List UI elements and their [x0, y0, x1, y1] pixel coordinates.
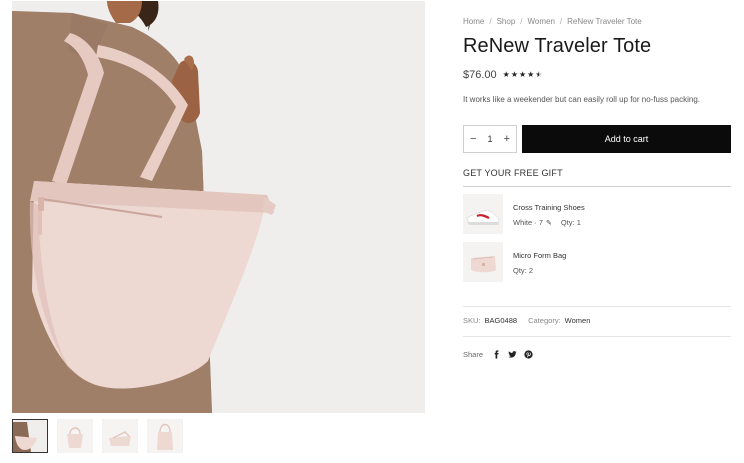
category-link[interactable]: Women [565, 316, 591, 325]
thumbnail-4[interactable] [147, 419, 183, 453]
share-label: Share [463, 350, 484, 359]
breadcrumb-separator: / [520, 17, 523, 26]
product-description: It works like a weekender but can easily… [463, 95, 701, 104]
product-title: ReNew Traveler Tote [463, 35, 652, 57]
breadcrumb-separator: / [489, 17, 492, 26]
thumbnail-1[interactable] [12, 419, 48, 453]
gift-item: Micro Form Bag Qty: 2 [463, 242, 566, 282]
breadcrumb-women[interactable]: Women [528, 17, 555, 26]
breadcrumb-separator: / [559, 17, 563, 26]
divider [463, 306, 731, 307]
facebook-icon[interactable] [492, 350, 501, 359]
twitter-icon[interactable] [508, 350, 517, 359]
product-main-image[interactable] [12, 1, 425, 413]
quantity-input[interactable] [483, 134, 497, 144]
free-gift-heading: GET YOUR FREE GIFT [463, 168, 563, 178]
gift-name[interactable]: Micro Form Bag [513, 251, 566, 260]
product-meta: SKU: BAG0488 Category: Women [463, 316, 590, 325]
gift-image-shoes[interactable] [463, 194, 503, 234]
category-label: Category: [528, 316, 561, 325]
gift-name[interactable]: Cross Training Shoes [513, 203, 585, 212]
product-price: $76.00 [463, 69, 497, 81]
gift-quantity: Qty: 1 [560, 218, 581, 227]
share-row: Share [463, 350, 540, 359]
star-icon: ★ [510, 70, 518, 79]
half-star-icon: ★ [535, 71, 542, 80]
thumbnail-3[interactable] [102, 419, 138, 453]
edit-pencil-icon[interactable]: ✎ [546, 219, 552, 227]
quantity-stepper: − + [463, 125, 517, 153]
divider [463, 186, 731, 187]
gift-image-bag[interactable] [463, 242, 503, 282]
gift-item: Cross Training Shoes White · 7 ✎ Qty: 1 [463, 194, 585, 234]
gift-quantity: Qty: 2 [513, 266, 534, 275]
thumbnail-strip [12, 419, 183, 453]
price-row: $76.00 ★ ★ ★ ★ ★ [463, 69, 543, 81]
rating-stars: ★ ★ ★ ★ ★ [502, 70, 543, 80]
star-icon: ★ [519, 70, 527, 79]
gift-variant: White · 7 [513, 218, 544, 227]
pinterest-icon[interactable] [524, 350, 533, 359]
star-icon: ★ [527, 70, 535, 79]
add-to-cart-button[interactable]: Add to cart [522, 125, 731, 153]
sku-value: BAG0488 [484, 316, 518, 325]
sku-label: SKU: [463, 316, 481, 325]
breadcrumb: Home / Shop / Women / ReNew Traveler Tote [463, 17, 642, 26]
breadcrumb-current: ReNew Traveler Tote [567, 17, 642, 26]
star-icon: ★ [502, 70, 510, 79]
quantity-increase-button[interactable]: + [504, 133, 510, 145]
thumbnail-2[interactable] [57, 419, 93, 453]
divider [463, 336, 731, 337]
breadcrumb-home[interactable]: Home [463, 17, 484, 26]
quantity-decrease-button[interactable]: − [470, 133, 476, 145]
breadcrumb-shop[interactable]: Shop [497, 17, 516, 26]
